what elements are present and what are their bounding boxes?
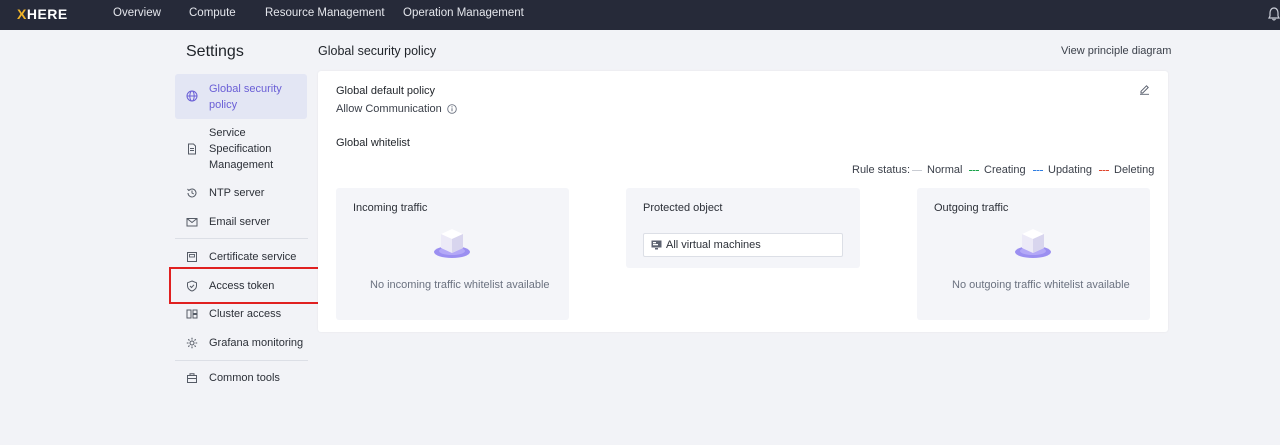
sidebar-item-common-tools[interactable]: Common tools [175, 370, 307, 386]
rule-status-label: Rule status: [852, 164, 910, 176]
legend-line-deleting [1099, 169, 1109, 171]
sidebar-item-label: Certificate service [209, 251, 297, 263]
status-updating-label: Updating [1048, 164, 1093, 176]
protected-object-title: Protected object [643, 202, 723, 214]
empty-box-icon [1015, 229, 1051, 258]
mail-icon [186, 218, 198, 227]
status-creating: Creating [969, 164, 1026, 176]
protected-object-selector[interactable]: All virtual machines [643, 233, 843, 257]
incoming-empty-text: No incoming traffic whitelist available [370, 279, 550, 291]
bell-icon[interactable] [1268, 7, 1280, 21]
globe-icon [186, 90, 198, 102]
nav-compute[interactable]: Compute [189, 7, 236, 19]
status-creating-label: Creating [984, 164, 1026, 176]
document-icon [188, 143, 196, 155]
page-title: Global security policy [318, 44, 437, 58]
sidebar-item-global-security-policy[interactable]: Global security policy [175, 74, 307, 119]
top-navigation-bar: XHERE Overview Compute Resource Manageme… [0, 0, 1280, 30]
policy-value: Allow Communication [336, 103, 457, 115]
gear-icon [186, 337, 198, 349]
global-whitelist-title: Global whitelist [336, 137, 410, 149]
sidebar-item-certificate-service[interactable]: Certificate service [175, 249, 307, 265]
sidebar-divider [175, 238, 308, 239]
app-logo[interactable]: XHERE [17, 6, 68, 22]
sidebar-item-email-server[interactable]: Email server [175, 214, 307, 230]
sidebar-item-label: NTP server [209, 187, 265, 199]
cluster-icon [186, 309, 198, 319]
nav-overview[interactable]: Overview [113, 7, 161, 19]
empty-box-icon [434, 229, 470, 258]
rule-status-text: Rule status: [852, 164, 911, 176]
settings-title: Settings [186, 43, 244, 60]
outgoing-traffic-title: Outgoing traffic [934, 202, 1009, 214]
monitor-icon [651, 240, 662, 250]
edit-icon[interactable] [1139, 84, 1150, 95]
status-normal-label: Normal [927, 164, 963, 176]
sidebar-item-label: Grafana monitoring [209, 337, 304, 349]
legend-line-creating [969, 169, 979, 171]
outgoing-empty-text: No outgoing traffic whitelist available [952, 279, 1130, 291]
legend-line-updating [1033, 169, 1043, 171]
legend-line-normal [912, 169, 922, 171]
sidebar-item-label: Service Specification Management [209, 127, 274, 171]
sidebar-item-label: Email server [209, 216, 271, 228]
incoming-traffic-title: Incoming traffic [353, 202, 428, 214]
sidebar-item-cluster-access[interactable]: Cluster access [175, 306, 307, 322]
status-deleting-label: Deleting [1114, 164, 1155, 176]
certificate-icon [187, 252, 197, 262]
nav-operation-management[interactable]: Operation Management [403, 7, 524, 19]
view-principle-diagram-link[interactable]: View principle diagram [1061, 45, 1171, 57]
clock-history-icon [187, 188, 197, 198]
toolbox-icon [187, 373, 197, 383]
status-deleting: Deleting [1099, 164, 1154, 176]
protected-object-value: All virtual machines [666, 239, 761, 251]
sidebar-item-ntp-server[interactable]: NTP server [175, 185, 307, 201]
sidebar-item-service-specification[interactable]: Service Specification Management [175, 124, 307, 172]
sidebar-item-label: Common tools [209, 372, 280, 384]
sidebar-item-label: Global security policy [209, 83, 282, 111]
nav-resource-management[interactable]: Resource Management [265, 7, 385, 19]
sidebar-divider [175, 360, 308, 361]
policy-value-text: Allow Communication [336, 103, 442, 115]
status-updating: Updating [1033, 164, 1092, 176]
sidebar-item-grafana-monitoring[interactable]: Grafana monitoring [175, 335, 307, 351]
global-default-policy-title: Global default policy [336, 85, 436, 97]
sidebar-item-label: Cluster access [209, 308, 282, 320]
status-normal: Normal [912, 164, 962, 176]
info-icon[interactable] [447, 104, 457, 114]
